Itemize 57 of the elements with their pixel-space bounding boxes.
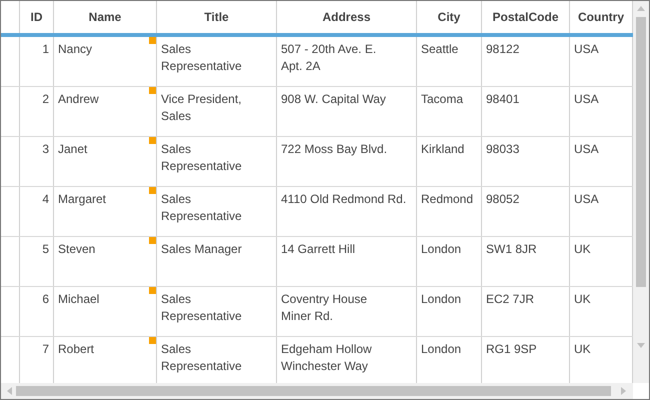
table-cell: Andrew bbox=[54, 87, 157, 136]
table-cell: Redmond bbox=[417, 187, 482, 236]
table-cell: 507 - 20th Ave. E. Apt. 2A bbox=[277, 37, 417, 86]
table-cell: Sales Representative bbox=[157, 137, 277, 186]
table-cell: Tacoma bbox=[417, 87, 482, 136]
horizontal-scrollbar[interactable] bbox=[1, 383, 633, 399]
table-cell: Michael bbox=[54, 287, 157, 336]
table-cell: 722 Moss Bay Blvd. bbox=[277, 137, 417, 186]
column-header[interactable]: ID bbox=[20, 1, 54, 33]
comment-marker-icon bbox=[149, 287, 156, 294]
table-cell: 6 bbox=[20, 287, 54, 336]
comment-marker-icon bbox=[149, 337, 156, 344]
table-cell: Seattle bbox=[417, 37, 482, 86]
table-cell: Sales Manager bbox=[157, 237, 277, 286]
table-cell: 98122 bbox=[482, 37, 570, 86]
column-header[interactable]: PostalCode bbox=[482, 1, 570, 33]
comment-marker-icon bbox=[149, 37, 156, 44]
table-cell: SW1 8JR bbox=[482, 237, 570, 286]
scroll-right-icon[interactable] bbox=[621, 387, 626, 395]
table-cell: EC2 7JR bbox=[482, 287, 570, 336]
table-cell: Sales Representative bbox=[157, 287, 277, 336]
column-header[interactable]: City bbox=[417, 1, 482, 33]
scroll-left-icon[interactable] bbox=[7, 387, 12, 395]
table-cell: Margaret bbox=[54, 187, 157, 236]
comment-marker-icon bbox=[149, 87, 156, 94]
scroll-down-icon[interactable] bbox=[637, 343, 645, 348]
column-header[interactable]: Name bbox=[54, 1, 157, 33]
vertical-scrollbar[interactable] bbox=[633, 1, 649, 383]
table-cell: Coventry House Miner Rd. bbox=[277, 287, 417, 336]
table-cell: 3 bbox=[20, 137, 54, 186]
table-cell: 5 bbox=[20, 237, 54, 286]
table-cell: Kirkland bbox=[417, 137, 482, 186]
table-cell: Janet bbox=[54, 137, 157, 186]
table-cell: 4 bbox=[20, 187, 54, 236]
column-header[interactable]: Address bbox=[277, 1, 417, 33]
table-cell: 4110 Old Redmond Rd. bbox=[277, 187, 417, 236]
table-cell: 98052 bbox=[482, 187, 570, 236]
table-cell: Sales Representative bbox=[157, 187, 277, 236]
comment-marker-icon bbox=[149, 237, 156, 244]
table-cell: 1 bbox=[20, 37, 54, 86]
comment-marker-icon bbox=[149, 137, 156, 144]
comment-marker-icon bbox=[149, 187, 156, 194]
scroll-up-icon[interactable] bbox=[637, 6, 645, 11]
table-cell: Sales Representative bbox=[157, 37, 277, 86]
table-cell: Vice President, Sales bbox=[157, 87, 277, 136]
table-cell: London bbox=[417, 287, 482, 336]
table-cell: Steven bbox=[54, 237, 157, 286]
scrollbar-thumb[interactable] bbox=[636, 17, 646, 287]
table-cell: 98033 bbox=[482, 137, 570, 186]
table-cell: 98401 bbox=[482, 87, 570, 136]
table-cell: London bbox=[417, 237, 482, 286]
table-cell: Nancy bbox=[54, 37, 157, 86]
table-cell: 14 Garrett Hill bbox=[277, 237, 417, 286]
scrollbar-thumb[interactable] bbox=[16, 386, 611, 396]
column-header[interactable]: Title bbox=[157, 1, 277, 33]
table-cell: 2 bbox=[20, 87, 54, 136]
table-cell: 908 W. Capital Way bbox=[277, 87, 417, 136]
